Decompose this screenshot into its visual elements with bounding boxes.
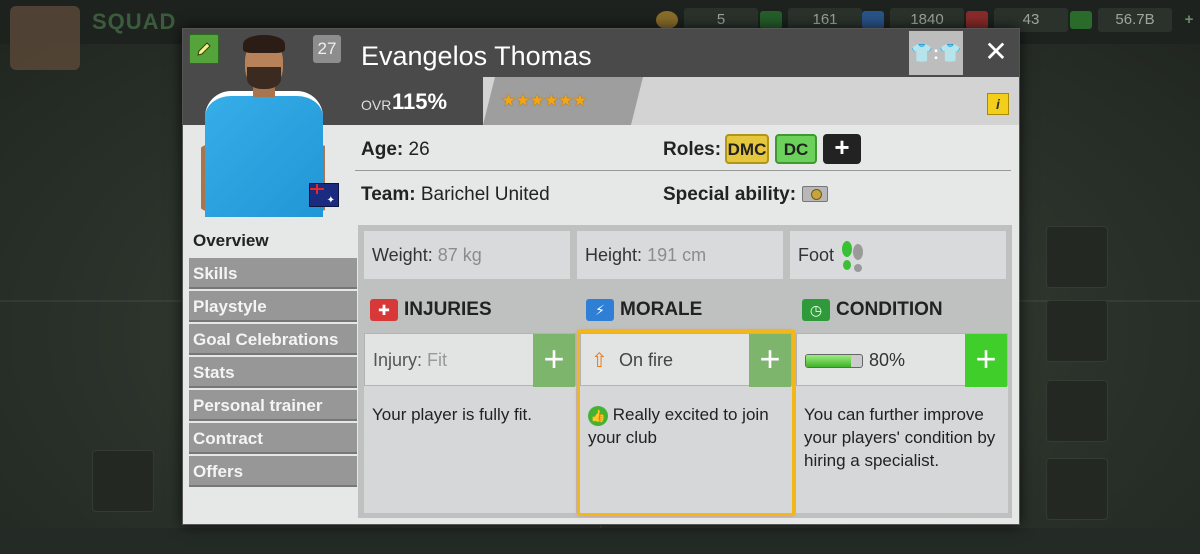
pencil-icon bbox=[197, 42, 211, 56]
condition-title-row: ◷ CONDITION bbox=[802, 299, 943, 321]
height-label: Height: bbox=[585, 245, 643, 265]
injuries-title: INJURIES bbox=[404, 299, 492, 320]
background-tile bbox=[1046, 380, 1108, 442]
morale-card: On fire ⇧ + 👍 Really excited to join you… bbox=[577, 330, 795, 516]
age-value: 26 bbox=[408, 139, 430, 160]
background-tile bbox=[1046, 458, 1108, 520]
shirt-compare-icon: 👕:👕 bbox=[910, 42, 962, 63]
player-number-badge: 27 bbox=[313, 35, 341, 63]
medical-cross-icon bbox=[966, 11, 988, 29]
info-button[interactable]: i bbox=[987, 93, 1009, 115]
background-tile bbox=[1046, 226, 1108, 288]
age-row: Age: 26 bbox=[361, 139, 430, 161]
menu-item-goal-celebrations[interactable]: Goal Celebrations bbox=[189, 324, 357, 355]
team-label: Team: bbox=[361, 184, 416, 205]
lightning-icon: ⚡ bbox=[586, 299, 614, 321]
age-label: Age: bbox=[361, 139, 404, 160]
resource-cash[interactable]: 56.7B + bbox=[1070, 8, 1200, 32]
edit-pencil-button[interactable] bbox=[189, 34, 219, 64]
team-row: Team: Barichel United bbox=[361, 184, 550, 206]
special-ability-label: Special ability: bbox=[663, 184, 797, 205]
condition-value: 80% bbox=[869, 350, 906, 370]
medical-cross-icon: ✚ bbox=[370, 299, 398, 321]
role-badge-dmc[interactable]: DMC bbox=[725, 134, 769, 164]
condition-description: You can further improve your players' co… bbox=[804, 405, 996, 470]
row-divider bbox=[355, 170, 1011, 171]
money-icon bbox=[1070, 11, 1092, 29]
clock-icon: ◷ bbox=[802, 299, 830, 321]
morale-status-bar: On fire ⇧ + bbox=[580, 333, 792, 387]
menu-item-offers[interactable]: Offers bbox=[189, 456, 357, 487]
menu-item-skills[interactable]: Skills bbox=[189, 258, 357, 289]
compare-kit-button[interactable]: 👕:👕 bbox=[909, 31, 963, 75]
morale-description: 👍 Really excited to join your club bbox=[588, 403, 784, 449]
background-bottom-bar bbox=[0, 528, 1200, 554]
height-value: 191 cm bbox=[647, 245, 707, 265]
arrow-up-icon: ⇧ bbox=[591, 350, 608, 372]
player-avatar bbox=[201, 29, 325, 217]
injury-status-bar: Injury: Fit + bbox=[364, 333, 576, 387]
injury-value: Fit bbox=[427, 350, 448, 370]
thumbs-up-icon: 👍 bbox=[588, 405, 608, 426]
condition-progress-bar bbox=[805, 354, 863, 368]
condition-card: 80% + You can further improve your playe… bbox=[796, 333, 1008, 513]
condition-status-bar: 80% + bbox=[796, 333, 1008, 387]
improve-condition-button[interactable]: + bbox=[965, 334, 1007, 387]
condition-progress-fill bbox=[806, 355, 851, 367]
special-ability-icon[interactable] bbox=[802, 186, 828, 202]
resource-value: 56.7B bbox=[1098, 8, 1172, 32]
clock-icon bbox=[760, 11, 782, 29]
token-icon bbox=[656, 11, 678, 29]
morale-text: Really excited to join your club bbox=[588, 405, 769, 447]
injury-description: Your player is fully fit. bbox=[372, 405, 532, 424]
menu-item-contract[interactable]: Contract bbox=[189, 423, 357, 454]
lightning-icon bbox=[862, 11, 884, 29]
condition-title: CONDITION bbox=[836, 299, 943, 320]
australia-flag-icon bbox=[309, 183, 339, 207]
footprint-icon bbox=[842, 241, 864, 273]
injuries-card: Injury: Fit + Your player is fully fit. bbox=[364, 333, 576, 513]
menu-item-playstyle[interactable]: Playstyle bbox=[189, 291, 357, 322]
menu-item-stats[interactable]: Stats bbox=[189, 357, 357, 388]
weight-label: Weight: bbox=[372, 245, 433, 265]
ovr-value: 115% bbox=[392, 89, 448, 114]
ovr-label: OVR bbox=[361, 97, 392, 113]
squad-icon[interactable] bbox=[10, 6, 80, 70]
role-badge-dc[interactable]: DC bbox=[775, 134, 817, 164]
background-tile bbox=[1046, 300, 1108, 362]
add-cash-button[interactable]: + bbox=[1178, 8, 1200, 32]
heal-injury-button[interactable]: + bbox=[533, 334, 575, 387]
player-name: Evangelos Thomas bbox=[361, 41, 592, 71]
add-role-button[interactable]: + bbox=[823, 134, 861, 164]
boost-morale-button[interactable]: + bbox=[749, 334, 791, 387]
morale-title-row: ⚡ MORALE bbox=[586, 299, 702, 321]
foot-label: Foot bbox=[798, 245, 835, 265]
weight-cell: Weight: 87 kg bbox=[364, 231, 570, 279]
morale-title: MORALE bbox=[620, 299, 703, 320]
close-button[interactable]: ✕ bbox=[979, 35, 1013, 69]
overview-panel: Weight: 87 kg Height: 191 cm Foot ✚ INJU… bbox=[358, 225, 1012, 518]
height-cell: Height: 191 cm bbox=[577, 231, 783, 279]
star-rating: ★★★★★★ bbox=[501, 91, 587, 110]
injury-label: Injury: bbox=[373, 350, 423, 370]
weight-value: 87 kg bbox=[437, 245, 482, 265]
background-tile bbox=[92, 450, 154, 512]
side-menu: Overview Skills Playstyle Goal Celebrati… bbox=[189, 225, 357, 489]
team-value: Barichel United bbox=[420, 184, 550, 205]
menu-item-personal-trainer[interactable]: Personal trainer bbox=[189, 390, 357, 421]
player-dialog: 27 Evangelos Thomas OVR 115% ★★★★★★ 👕:👕 … bbox=[182, 28, 1020, 525]
squad-title: SQUAD bbox=[92, 9, 177, 34]
injuries-title-row: ✚ INJURIES bbox=[370, 299, 492, 321]
player-shirt bbox=[205, 91, 323, 217]
foot-cell: Foot bbox=[790, 231, 1006, 279]
roles-label: Roles: bbox=[663, 139, 722, 160]
injury-status: Injury: Fit bbox=[373, 334, 447, 387]
menu-item-overview[interactable]: Overview bbox=[189, 225, 357, 256]
